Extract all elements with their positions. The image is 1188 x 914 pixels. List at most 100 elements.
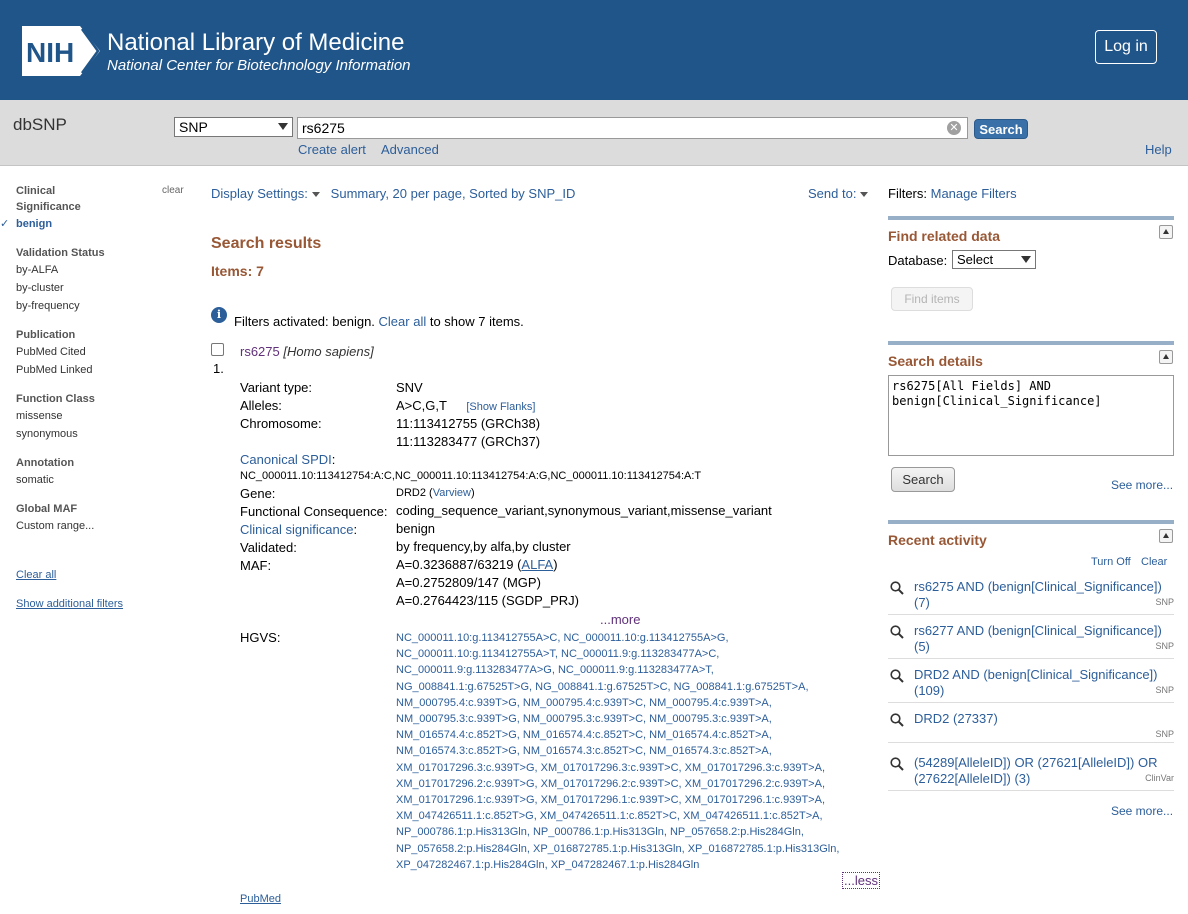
- nih-logo[interactable]: NIH: [22, 26, 100, 76]
- recent-activity-title: Recent activity: [888, 532, 987, 548]
- clear-recent-link[interactable]: Clear: [1141, 556, 1167, 568]
- facet-item-pubmed-cited[interactable]: PubMed Cited: [16, 343, 191, 361]
- clear-all-filters-link[interactable]: Clear all: [16, 569, 56, 581]
- varview-link[interactable]: Varview: [433, 487, 471, 499]
- hgvs-line[interactable]: NM_000795.4:c.939T>G, NM_000795.4:c.939T…: [396, 695, 866, 711]
- database-name[interactable]: dbSNP: [13, 115, 67, 135]
- search-icon: [890, 757, 904, 771]
- org-name[interactable]: National Library of Medicine: [107, 29, 404, 57]
- send-to-label: Send to:: [808, 186, 857, 201]
- see-more-details-link[interactable]: See more...: [1111, 478, 1173, 492]
- collapse-icon[interactable]: [1159, 350, 1173, 364]
- hgvs-line[interactable]: NM_016574.3:c.852T>G, NM_016574.3:c.852T…: [396, 743, 866, 759]
- facet-item-pubmed-linked[interactable]: PubMed Linked: [16, 361, 191, 379]
- more-link[interactable]: ...more: [600, 612, 640, 627]
- facet-title-annotation: Annotation: [16, 457, 75, 469]
- turn-off-link[interactable]: Turn Off: [1091, 556, 1131, 568]
- hgvs-line[interactable]: NC_000011.10:g.113412755A>C, NC_000011.1…: [396, 630, 866, 646]
- search-details-textarea[interactable]: rs6275[All Fields] AND benign[Clinical_S…: [888, 375, 1174, 456]
- hgvs-line[interactable]: NP_000786.1:p.His313Gln, NP_000786.1:p.H…: [396, 824, 866, 840]
- recent-item-db: ClinVar: [1145, 773, 1174, 783]
- search-icon: [890, 669, 904, 683]
- help-link[interactable]: Help: [1145, 142, 1172, 157]
- hgvs-line[interactable]: NG_008841.1:g.67525T>G, NG_008841.1:g.67…: [396, 679, 866, 695]
- hgvs-line[interactable]: XP_047282467.1:p.His284Gln, XP_047282467…: [396, 857, 866, 873]
- show-additional-filters-link[interactable]: Show additional filters: [16, 598, 123, 610]
- database-select[interactable]: SNP: [174, 117, 293, 137]
- canonical-spdi-link[interactable]: Canonical SPDI: [240, 452, 332, 467]
- send-to-menu[interactable]: Send to:: [808, 186, 869, 201]
- recent-item[interactable]: DRD2 AND (benign[Clinical_Significance])…: [888, 667, 1174, 703]
- search-button[interactable]: Search: [974, 119, 1028, 139]
- hgvs-line[interactable]: NP_057658.2:p.His284Gln, XP_016872785.1:…: [396, 841, 866, 857]
- search-input-value: rs6275: [302, 120, 345, 136]
- facet-item-custom-range[interactable]: Custom range...: [16, 517, 191, 535]
- hgvs-line[interactable]: NC_000011.10:g.113412755A>T, NC_000011.9…: [396, 646, 866, 662]
- result-id-link[interactable]: rs6275: [240, 344, 280, 359]
- recent-item-db: SNP: [1155, 685, 1174, 695]
- facet-item-somatic[interactable]: somatic: [16, 471, 191, 489]
- hgvs-line[interactable]: NM_016574.4:c.852T>G, NM_016574.4:c.852T…: [396, 727, 866, 743]
- related-database-select[interactable]: Select: [952, 250, 1036, 269]
- pubmed-link[interactable]: PubMed: [240, 893, 281, 905]
- search-icon: [890, 713, 904, 727]
- display-settings[interactable]: Display Settings: Summary, 20 per page, …: [211, 186, 575, 201]
- find-items-button[interactable]: Find items: [891, 287, 973, 311]
- functional-consequence-label: Functional Consequence:: [240, 504, 388, 519]
- display-settings-value: Summary, 20 per page, Sorted by SNP_ID: [330, 186, 576, 201]
- clinical-significance-link[interactable]: Clinical significance: [240, 522, 353, 537]
- facet-title-function-class: Function Class: [16, 393, 95, 405]
- alfa-link[interactable]: ALFA: [521, 557, 553, 572]
- facet-item-missense[interactable]: missense: [16, 407, 191, 425]
- login-button[interactable]: Log in: [1095, 30, 1157, 64]
- gene-value: DRD2 (Varview): [396, 487, 475, 499]
- facet-title-clinical-significance: Clinical Significance: [16, 185, 81, 213]
- clear-all-link[interactable]: Clear all: [379, 314, 427, 329]
- recent-item[interactable]: rs6275 AND (benign[Clinical_Significance…: [888, 579, 1174, 615]
- manage-filters-link[interactable]: Manage Filters: [931, 186, 1017, 201]
- see-more-recent-link[interactable]: See more...: [1111, 804, 1173, 818]
- facet-item-by-alfa[interactable]: by-ALFA: [16, 261, 191, 279]
- less-link[interactable]: ...less: [842, 872, 880, 889]
- clear-input-icon[interactable]: ✕: [947, 121, 961, 135]
- maf-alfa: A=0.3236887/63219 (ALFA): [396, 557, 558, 572]
- recent-item-text[interactable]: rs6275 AND (benign[Clinical_Significance…: [914, 579, 1164, 611]
- facet-title-global-maf: Global MAF: [16, 503, 78, 515]
- collapse-icon[interactable]: [1159, 529, 1173, 543]
- facet-item-by-cluster[interactable]: by-cluster: [16, 279, 191, 297]
- collapse-icon[interactable]: [1159, 225, 1173, 239]
- recent-item-text[interactable]: DRD2 AND (benign[Clinical_Significance])…: [914, 667, 1164, 699]
- recent-item-text[interactable]: rs6277 AND (benign[Clinical_Significance…: [914, 623, 1164, 655]
- recent-item[interactable]: rs6277 AND (benign[Clinical_Significance…: [888, 623, 1174, 659]
- maf-alfa-suffix: ): [553, 557, 558, 572]
- hgvs-line[interactable]: NC_000011.9:g.113283477A>G, NC_000011.9:…: [396, 662, 866, 678]
- hgvs-line[interactable]: XM_017017296.2:c.939T>G, XM_017017296.2:…: [396, 776, 866, 792]
- advanced-search-link[interactable]: Advanced: [381, 142, 439, 157]
- facet-item-by-frequency[interactable]: by-frequency: [16, 297, 191, 315]
- result-number: 1.: [213, 361, 224, 376]
- section-bar: [888, 520, 1174, 524]
- database-label: Database:: [888, 253, 948, 268]
- hgvs-line[interactable]: NM_000795.3:c.939T>G, NM_000795.3:c.939T…: [396, 711, 866, 727]
- search-input[interactable]: rs6275 ✕: [297, 117, 968, 139]
- hgvs-line[interactable]: XM_047426511.1:c.852T>G, XM_047426511.1:…: [396, 808, 866, 824]
- create-alert-link[interactable]: Create alert: [298, 142, 366, 157]
- search-details-button[interactable]: Search: [891, 467, 955, 492]
- facet-item-benign[interactable]: ✓ benign: [0, 215, 191, 233]
- related-database-value: Select: [957, 252, 994, 267]
- hgvs-line[interactable]: XM_017017296.3:c.939T>G, XM_017017296.3:…: [396, 760, 866, 776]
- hgvs-label: HGVS:: [240, 630, 281, 645]
- facet-title-publication: Publication: [16, 329, 76, 341]
- database-select-value: SNP: [179, 119, 208, 135]
- recent-item[interactable]: DRD2 (27337) SNP: [888, 711, 1174, 743]
- facet-item-synonymous[interactable]: synonymous: [16, 425, 191, 443]
- recent-item-db: SNP: [1155, 597, 1174, 607]
- chevron-down-icon: [1021, 256, 1031, 263]
- show-flanks-link[interactable]: [Show Flanks]: [466, 401, 535, 413]
- recent-item-text[interactable]: DRD2 (27337): [914, 711, 1164, 727]
- clinical-significance-label: Clinical significance:: [240, 522, 358, 537]
- recent-item[interactable]: (54289[AlleleID]) OR (27621[AlleleID]) O…: [888, 755, 1174, 791]
- hgvs-line[interactable]: XM_017017296.1:c.939T>G, XM_017017296.1:…: [396, 792, 866, 808]
- result-checkbox[interactable]: [211, 343, 224, 356]
- recent-item-text[interactable]: (54289[AlleleID]) OR (27621[AlleleID]) O…: [914, 755, 1164, 787]
